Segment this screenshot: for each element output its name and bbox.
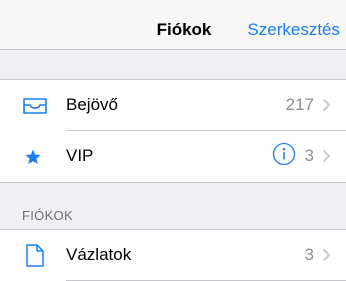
document-icon [26,244,44,267]
unread-count: 217 [285,95,314,114]
item-count: 3 [304,245,314,264]
star-icon [25,149,41,164]
unread-count: 3 [304,146,314,165]
mailbox-row-vip[interactable]: VIP 3 [0,131,346,181]
section-header: FIÓKOK [22,208,73,223]
navigation-bar: Fiókok Szerkesztés [0,0,346,50]
info-circle-icon[interactable] [272,142,296,166]
mailbox-label: VIP [66,146,94,165]
mailbox-row-drafts[interactable]: Vázlatok 3 [0,230,346,280]
chevron-right-icon [322,149,331,163]
group-spacer [0,50,346,80]
mailbox-label: Bejövő [66,95,118,114]
chevron-right-icon [322,98,331,112]
chevron-right-icon [322,248,331,262]
inbox-tray-icon [23,98,47,114]
mailbox-label: Vázlatok [66,245,132,264]
mailbox-row-inbox[interactable]: Bejövő 217 [0,80,346,130]
accounts-section-header-area: FIÓKOK [0,182,346,230]
edit-button[interactable]: Szerkesztés [247,20,340,40]
